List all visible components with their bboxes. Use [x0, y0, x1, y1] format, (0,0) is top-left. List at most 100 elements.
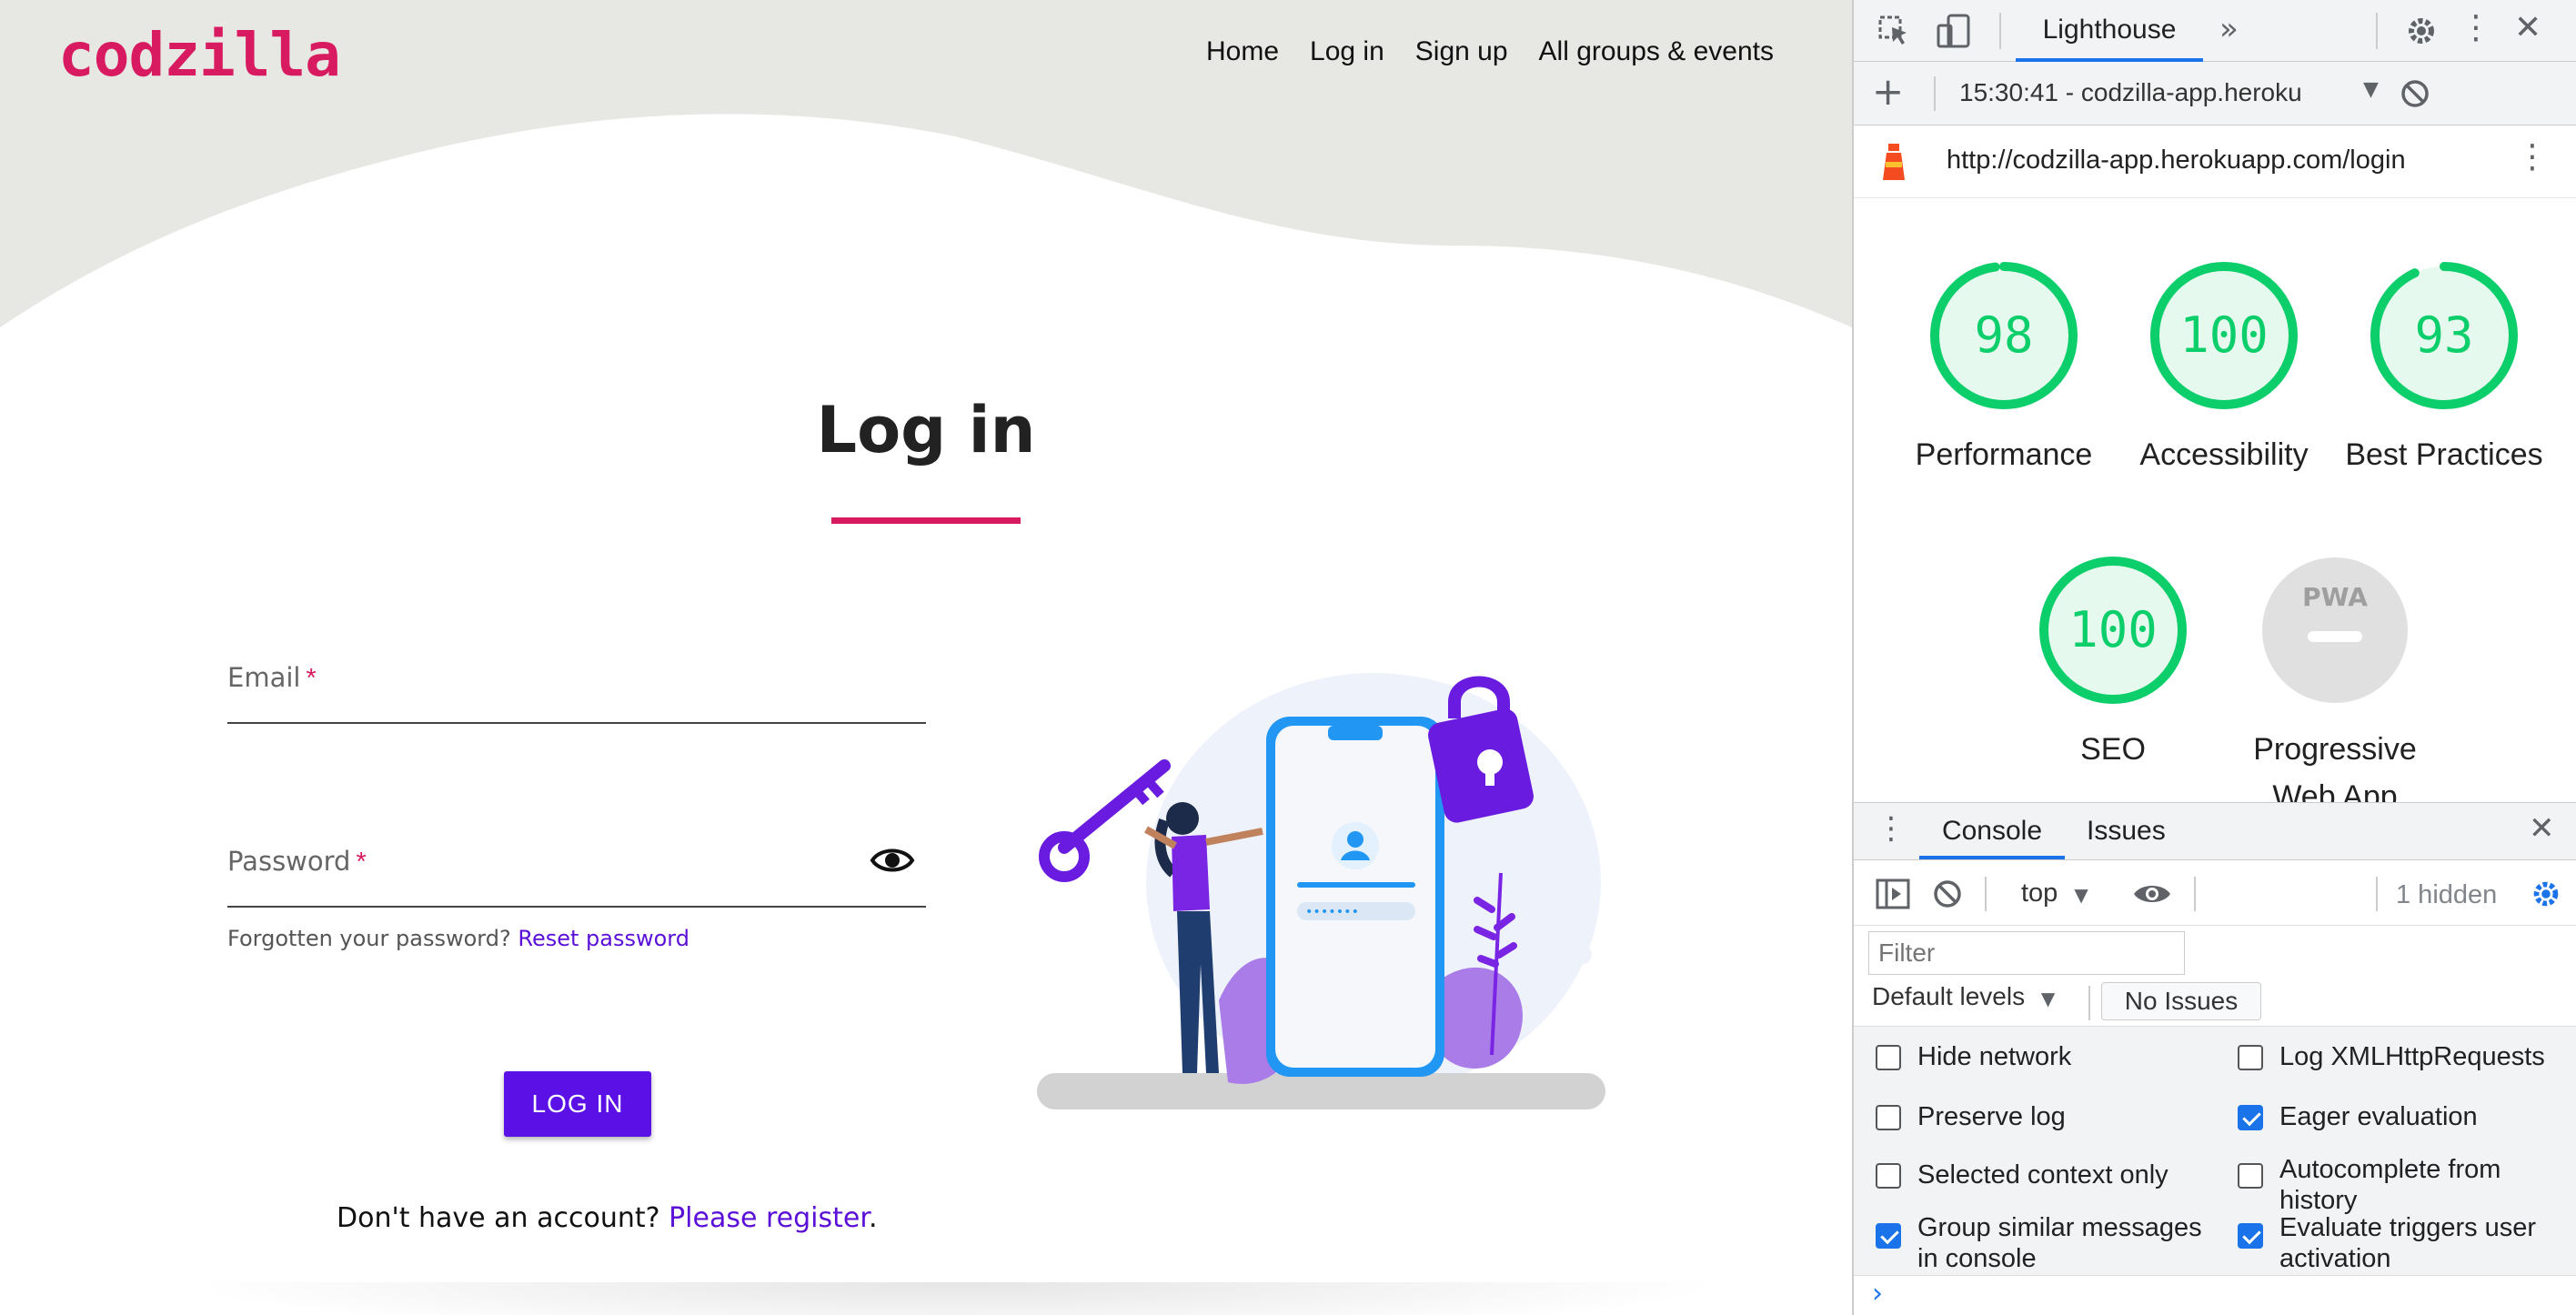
nav-login[interactable]: Log in	[1310, 36, 1384, 67]
selected-context-only-box	[1876, 1163, 1901, 1189]
best-practices-score: 93	[2414, 306, 2474, 364]
live-expression-eye-icon[interactable]	[2132, 880, 2172, 908]
nav-home[interactable]: Home	[1206, 36, 1279, 67]
score-gauge-performance[interactable]: 98 Performance	[1916, 258, 2092, 472]
show-sidebar-icon[interactable]	[1876, 878, 1910, 909]
group-similar-label: Group similar messages in console	[1917, 1213, 2202, 1273]
evaluate-triggers-checkbox[interactable]: Evaluate triggers user activation	[2238, 1212, 2574, 1274]
reset-password-link[interactable]: Reset password	[518, 926, 689, 951]
log-xmlhttprequests-box	[2238, 1045, 2263, 1070]
device-toolbar-icon[interactable]	[1936, 13, 1972, 49]
nav-all-groups-events[interactable]: All groups & events	[1539, 36, 1774, 67]
lighthouse-report-bar: + 15:30:41 - codzilla-app.heroku ▼	[1854, 62, 2576, 125]
console-settings-gear-icon[interactable]	[2529, 877, 2563, 911]
show-password-eye-icon[interactable]	[870, 842, 915, 878]
email-field[interactable]: Email *	[227, 662, 926, 724]
title-underline	[831, 517, 1021, 524]
score-gauge-seo[interactable]: 100 SEO	[2036, 553, 2190, 767]
new-report-plus-icon[interactable]: +	[1872, 69, 1904, 114]
score-gauge-accessibility[interactable]: 100 Accessibility	[2139, 258, 2309, 472]
tab-console[interactable]: Console	[1919, 803, 2065, 859]
console-settings: Hide network Log XMLHttpRequests Preserv…	[1854, 1026, 2576, 1275]
bottom-shadow	[182, 1282, 1728, 1315]
login-button[interactable]: LOG IN	[504, 1071, 651, 1137]
context-select[interactable]: top ▼	[2021, 878, 2088, 908]
close-devtools-icon[interactable]: ✕	[2514, 9, 2541, 46]
clear-reports-block-icon[interactable]	[2400, 78, 2430, 109]
autocomplete-from-history-box	[2238, 1163, 2263, 1189]
register-link[interactable]: Please register	[669, 1202, 869, 1234]
seo-score: 100	[2068, 601, 2158, 658]
log-xmlhttprequests-checkbox[interactable]: Log XMLHttpRequests	[2238, 1041, 2545, 1072]
login-illustration: •••••••	[1037, 673, 1605, 1109]
log-levels-label: Default levels	[1872, 982, 2026, 1010]
kebab-menu-icon[interactable]: ⋮	[2460, 9, 2492, 46]
no-issues-button[interactable]: No Issues	[2101, 982, 2261, 1020]
drawer-tabbar: ⋮ Console Issues ✕	[1854, 802, 2576, 860]
console-toolbar-divider-2	[2194, 877, 2196, 911]
pwa-badge-text: PWA	[2302, 582, 2368, 612]
inspect-element-icon[interactable]	[1877, 15, 1910, 47]
context-dropdown-arrow-icon: ▼	[2074, 884, 2088, 906]
close-drawer-icon[interactable]: ✕	[2529, 810, 2555, 847]
console-filter-row: Default levels ▼ No Issues	[1854, 926, 2576, 1026]
score-gauge-pwa[interactable]: PWA Progressive Web App	[2253, 553, 2417, 802]
website-viewport: codzilla Home Log in Sign up All groups …	[0, 0, 1852, 1315]
context-value: top	[2021, 878, 2058, 908]
log-xmlhttprequests-label: Log XMLHttpRequests	[2279, 1042, 2545, 1071]
pwa-badge: PWA	[2262, 557, 2408, 703]
autocomplete-from-history-checkbox[interactable]: Autocomplete from history	[2238, 1154, 2565, 1216]
tab-lighthouse[interactable]: Lighthouse	[2016, 0, 2203, 62]
score-gauge-best-practices[interactable]: 93 Best Practices	[2345, 258, 2543, 472]
report-bar-divider	[1934, 76, 1936, 111]
register-period: .	[868, 1202, 878, 1234]
report-dropdown-arrow-icon[interactable]: ▼	[2363, 78, 2379, 101]
eager-evaluation-label: Eager evaluation	[2279, 1102, 2478, 1131]
log-levels-dropdown[interactable]: Default levels ▼	[1872, 982, 2055, 1011]
hide-network-box	[1876, 1045, 1901, 1070]
console-toolbar: top ▼ 1 hidden	[1854, 860, 2576, 926]
devtools-panel: Lighthouse » ⋮ ✕ + 15:30:41 - codzilla-a…	[1852, 0, 2576, 1315]
preserve-log-checkbox[interactable]: Preserve log	[1876, 1101, 2066, 1132]
register-text: Don't have an account?	[337, 1202, 660, 1234]
hidden-count: 1 hidden	[2396, 880, 2498, 909]
preserve-log-box	[1876, 1105, 1901, 1130]
report-select[interactable]: 15:30:41 - codzilla-app.heroku	[1959, 78, 2352, 107]
lighthouse-logo-icon	[1883, 144, 1905, 180]
settings-gear-icon[interactable]	[2403, 13, 2440, 49]
devtools-toolbar: Lighthouse » ⋮ ✕	[1854, 0, 2576, 62]
more-tabs-chevron-icon[interactable]: »	[2219, 11, 2239, 47]
console-prompt[interactable]: ›	[1854, 1275, 2576, 1315]
drawer-kebab-icon[interactable]: ⋮	[1876, 810, 1907, 847]
site-logo[interactable]: codzilla	[58, 20, 341, 90]
lighthouse-scores: 98 Performance 100 Accessibility 93 Best…	[1854, 198, 2576, 802]
best-practices-label: Best Practices	[2345, 437, 2543, 472]
forgot-password-line: Forgotten your password? Reset password	[227, 926, 689, 951]
eager-evaluation-checkbox[interactable]: Eager evaluation	[2238, 1101, 2478, 1132]
main-nav: Home Log in Sign up All groups & events	[1206, 36, 1774, 67]
password-required-mark: *	[356, 848, 367, 877]
url-bar-kebab-icon[interactable]: ⋮	[2516, 138, 2549, 176]
hide-network-checkbox[interactable]: Hide network	[1876, 1041, 2071, 1072]
console-prompt-chevron-icon: ›	[1872, 1278, 1883, 1310]
tab-issues[interactable]: Issues	[2087, 803, 2166, 859]
eager-evaluation-box	[2238, 1105, 2263, 1130]
selected-context-only-checkbox[interactable]: Selected context only	[1876, 1159, 2168, 1190]
group-similar-box	[1876, 1223, 1901, 1249]
accessibility-label: Accessibility	[2139, 437, 2309, 472]
password-field[interactable]: Password *	[227, 846, 926, 908]
audited-url: http://codzilla-app.herokuapp.com/login	[1947, 146, 2406, 175]
evaluate-triggers-label: Evaluate triggers user activation	[2279, 1213, 2537, 1273]
email-label: Email	[227, 662, 301, 693]
seo-label: SEO	[2080, 732, 2146, 767]
group-similar-checkbox[interactable]: Group similar messages in console	[1876, 1212, 2221, 1274]
filter-row-divider	[2088, 986, 2090, 1020]
evaluate-triggers-box	[2238, 1223, 2263, 1249]
password-label: Password	[227, 846, 351, 877]
clear-console-icon[interactable]	[1932, 878, 1963, 909]
console-filter-input[interactable]	[1868, 931, 2185, 975]
hide-network-label: Hide network	[1917, 1042, 2072, 1071]
page-title: Log in	[816, 393, 1036, 467]
console-toolbar-divider	[1985, 877, 1987, 911]
nav-signup[interactable]: Sign up	[1415, 36, 1508, 67]
